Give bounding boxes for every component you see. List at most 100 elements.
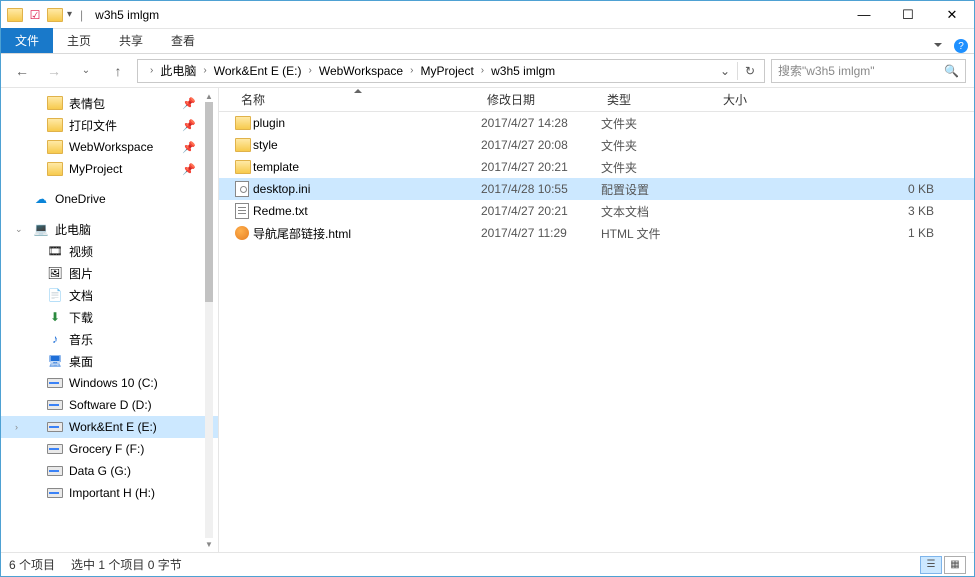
nav-label: 此电脑 <box>55 221 91 238</box>
quick-item[interactable]: MyProject 📌 <box>1 158 218 180</box>
folder-icon <box>235 160 253 174</box>
nav-lib-downloads[interactable]: ⬇下载 <box>1 306 218 328</box>
file-name: Redme.txt <box>253 204 308 218</box>
quick-item[interactable]: 表情包📌 <box>1 92 218 114</box>
search-input[interactable]: 搜索"w3h5 imlgm" 🔍 <box>771 59 966 83</box>
search-placeholder: 搜索"w3h5 imlgm" <box>778 62 875 79</box>
file-name: style <box>253 138 278 152</box>
crumb-drive[interactable]: Work&Ent E (E:) <box>209 60 307 82</box>
nav-drive-selected[interactable]: ›Work&Ent E (E:) <box>1 416 218 438</box>
col-size[interactable]: 大小 <box>717 91 974 108</box>
help-icon[interactable]: ? <box>954 39 968 53</box>
file-date: 2017/4/27 14:28 <box>481 116 601 130</box>
nav-drive[interactable]: Windows 10 (C:) <box>1 372 218 394</box>
ribbon-collapse-icon[interactable] <box>932 40 942 52</box>
crumb-folder-1[interactable]: WebWorkspace <box>314 60 408 82</box>
refresh-button[interactable]: ↻ <box>738 60 762 82</box>
file-name: plugin <box>253 116 285 130</box>
ini-icon <box>235 181 253 197</box>
tab-file[interactable]: 文件 <box>1 28 53 53</box>
qat-dropdown-icon[interactable]: ▾ <box>67 9 72 20</box>
icons-view-button[interactable]: ▦ <box>944 556 966 574</box>
downloads-icon: ⬇ <box>47 309 63 325</box>
documents-icon: 📄 <box>47 287 63 303</box>
crumb-current[interactable]: w3h5 imlgm <box>486 60 560 82</box>
nav-lib-music[interactable]: ♪音乐 <box>1 328 218 350</box>
quick-item[interactable]: WebWorkspace📌 <box>1 136 218 158</box>
quick-item[interactable]: 打印文件 📌 <box>1 114 218 136</box>
chevron-right-icon[interactable]: › <box>307 65 314 76</box>
nav-lib-documents[interactable]: 📄文档 <box>1 284 218 306</box>
up-button[interactable]: ↑ <box>105 58 131 84</box>
expand-icon[interactable]: ⌄ <box>15 224 23 235</box>
file-type: 文件夹 <box>601 115 717 132</box>
pin-icon: 📌 <box>182 119 196 132</box>
file-date: 2017/4/27 20:21 <box>481 160 601 174</box>
col-name[interactable]: 名称 <box>235 91 481 108</box>
folder-icon <box>235 116 253 130</box>
back-button[interactable]: ← <box>9 58 35 84</box>
tab-share[interactable]: 共享 <box>105 28 157 53</box>
nav-pane[interactable]: 表情包📌 打印文件 📌 WebWorkspace📌 MyProject 📌 ☁One… <box>1 88 219 552</box>
drive-icon <box>47 466 63 476</box>
nav-lib-pictures[interactable]: 🖼图片 <box>1 262 218 284</box>
nav-drive[interactable]: Software D (D:) <box>1 394 218 416</box>
nav-label: WebWorkspace <box>69 140 153 154</box>
chevron-right-icon[interactable]: › <box>201 65 208 76</box>
file-row[interactable]: Redme.txt2017/4/27 20:21文本文档3 KB <box>219 200 974 222</box>
qat-folder-icon[interactable] <box>47 8 63 22</box>
file-row[interactable]: desktop.ini2017/4/28 10:55配置设置0 KB <box>219 178 974 200</box>
expand-icon[interactable]: › <box>15 422 18 432</box>
video-icon: 🎞 <box>47 243 63 259</box>
nav-onedrive[interactable]: ☁OneDrive <box>1 188 218 210</box>
nav-drive[interactable]: Grocery F (F:) <box>1 438 218 460</box>
nav-label: 桌面 <box>69 353 93 370</box>
app-icon <box>7 8 23 22</box>
ribbon-tabs: 文件 主页 共享 查看 ? <box>1 29 974 54</box>
desktop-icon: 🖥 <box>47 353 63 369</box>
col-date[interactable]: 修改日期 <box>481 91 601 108</box>
details-view-button[interactable]: ☰ <box>920 556 942 574</box>
file-row[interactable]: plugin 2017/4/27 14:28文件夹 <box>219 112 974 134</box>
crumb-thispc[interactable]: 此电脑 <box>155 60 201 82</box>
qat-checkbox-icon[interactable]: ☑ <box>27 7 43 23</box>
nav-label: MyProject <box>69 162 122 176</box>
column-headers[interactable]: 名称 修改日期 类型 大小 <box>219 88 974 112</box>
chevron-right-icon[interactable]: › <box>148 65 155 76</box>
address-row: ← → ⌄ ↑ › 此电脑 › Work&Ent E (E:) › WebWor… <box>1 54 974 88</box>
pictures-icon: 🖼 <box>47 265 63 281</box>
maximize-button[interactable]: ☐ <box>886 1 930 29</box>
nav-label: Data G (G:) <box>69 464 131 478</box>
col-type[interactable]: 类型 <box>601 91 717 108</box>
tab-home[interactable]: 主页 <box>53 28 105 53</box>
title-separator: | <box>80 8 83 22</box>
minimize-button[interactable]: — <box>842 1 886 29</box>
pin-icon: 📌 <box>182 163 196 176</box>
file-row[interactable]: template2017/4/27 20:21文件夹 <box>219 156 974 178</box>
file-date: 2017/4/27 20:08 <box>481 138 601 152</box>
file-row[interactable]: 导航尾部链接.html2017/4/27 11:29HTML 文件1 KB <box>219 222 974 244</box>
nav-drive[interactable]: Important H (H:) <box>1 482 218 504</box>
drive-icon <box>47 378 63 388</box>
nav-label: Software D (D:) <box>69 398 152 412</box>
nav-drive[interactable]: Data G (G:) <box>1 460 218 482</box>
nav-label: 打印文件 <box>69 117 117 134</box>
tab-view[interactable]: 查看 <box>157 28 209 53</box>
address-bar[interactable]: › 此电脑 › Work&Ent E (E:) › WebWorkspace ›… <box>137 59 765 83</box>
recent-locations-button[interactable]: ⌄ <box>73 58 99 84</box>
chevron-right-icon[interactable]: › <box>479 65 486 76</box>
nav-thispc[interactable]: ⌄💻此电脑 <box>1 218 218 240</box>
chevron-right-icon[interactable]: › <box>408 65 415 76</box>
addr-dropdown-icon[interactable]: ⌄ <box>713 60 737 82</box>
search-icon[interactable]: 🔍 <box>944 64 959 78</box>
crumb-folder-2[interactable]: MyProject <box>415 60 478 82</box>
drive-icon <box>47 488 63 498</box>
close-button[interactable]: ✕ <box>930 1 974 29</box>
forward-button[interactable]: → <box>41 58 67 84</box>
nav-label: 音乐 <box>69 331 93 348</box>
file-rows[interactable]: plugin 2017/4/27 14:28文件夹 style 2017/4/27 2… <box>219 112 974 552</box>
nav-lib-desktop[interactable]: 🖥 桌面 <box>1 350 218 372</box>
nav-lib-videos[interactable]: 🎞视频 <box>1 240 218 262</box>
file-row[interactable]: style2017/4/27 20:08文件夹 <box>219 134 974 156</box>
nav-label: Important H (H:) <box>69 486 155 500</box>
